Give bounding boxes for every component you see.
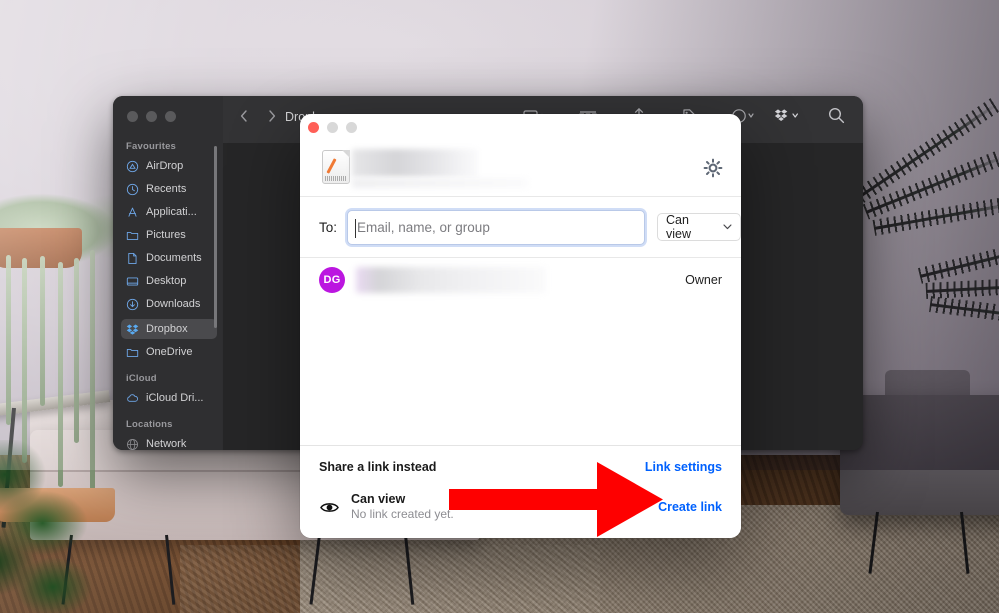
finder-sidebar: Favourites AirDrop Recents Applicati... … (113, 96, 223, 450)
person-role: Owner (685, 273, 722, 287)
downloads-icon (126, 298, 139, 310)
sidebar-item-network[interactable]: Network (121, 434, 217, 450)
sidebar-item-label: AirDrop (146, 160, 184, 172)
sidebar-item-label: OneDrive (146, 346, 193, 358)
link-settings-button[interactable]: Link settings (645, 460, 722, 474)
sidebar-item-airdrop[interactable]: AirDrop (121, 156, 217, 176)
onedrive-folder-icon (126, 348, 139, 357)
sidebar-item-label: Pictures (146, 229, 186, 241)
clock-icon (126, 183, 139, 195)
finder-traffic-lights[interactable] (127, 111, 176, 122)
pages-pen-glyph (326, 158, 337, 174)
sidebar-item-applications[interactable]: Applicati... (121, 202, 217, 222)
recipient-permission-dropdown[interactable]: Can view (657, 213, 741, 241)
sidebar-item-icloud-drive[interactable]: iCloud Dri... (121, 388, 217, 408)
shared-file-subtitle-redacted (352, 178, 528, 188)
sidebar-section-locations: Locations (126, 419, 173, 430)
sidebar-scrollbar[interactable] (214, 146, 217, 328)
sidebar-item-dropbox[interactable]: Dropbox (121, 319, 217, 339)
pictures-folder-icon (126, 231, 139, 240)
finder-nav-buttons[interactable] (239, 108, 277, 124)
dropbox-icon (126, 323, 139, 335)
create-link-button[interactable]: Create link (658, 500, 722, 514)
chevron-left-icon[interactable] (239, 108, 249, 124)
avatar: DG (319, 267, 345, 293)
finder-toolbar-right (774, 107, 845, 124)
chevron-down-icon (723, 224, 732, 230)
text-caret (355, 218, 357, 238)
sidebar-item-downloads[interactable]: Downloads (121, 294, 217, 314)
sidebar-section-favourites: Favourites (126, 141, 177, 152)
sidebar-item-label: Recents (146, 183, 187, 195)
search-icon[interactable] (828, 107, 845, 124)
applications-icon (128, 207, 137, 217)
gear-icon[interactable] (703, 158, 723, 178)
sidebar-item-label: Downloads (146, 298, 201, 310)
share-dialog-close-button[interactable] (308, 122, 319, 133)
sidebar-item-label: Documents (146, 252, 202, 264)
sidebar-item-label: iCloud Dri... (146, 392, 204, 404)
chevron-right-icon[interactable] (267, 108, 277, 124)
documents-folder-icon (128, 252, 137, 264)
sidebar-section-icloud: iCloud (126, 373, 157, 384)
share-dialog[interactable]: To: Email, name, or group Can view DG Ow… (300, 114, 741, 538)
sidebar-item-desktop[interactable]: Desktop (121, 271, 217, 291)
share-dialog-header (300, 140, 741, 196)
airdrop-icon (126, 160, 139, 172)
sidebar-item-label: Applicati... (146, 206, 197, 218)
share-dialog-traffic-lights[interactable] (308, 122, 357, 133)
pages-label-glyph (325, 176, 347, 181)
network-globe-icon (127, 438, 138, 450)
share-link-section: Share a link instead Link settings Can v… (300, 445, 741, 538)
shared-people-list: DG Owner (300, 258, 741, 302)
person-name-redacted (356, 267, 546, 293)
eye-icon (319, 501, 339, 514)
finder-zoom-button[interactable] (165, 111, 176, 122)
share-dialog-zoom-button[interactable] (346, 122, 357, 133)
screenshot-stage: Favourites AirDrop Recents Applicati... … (0, 0, 999, 613)
share-link-title: Share a link instead (319, 460, 437, 474)
pages-document-icon (322, 150, 350, 184)
sidebar-item-label: Dropbox (146, 323, 188, 335)
list-item[interactable]: DG Owner (300, 258, 741, 302)
share-dialog-minimize-button[interactable] (327, 122, 338, 133)
dropbox-icon[interactable] (774, 108, 800, 124)
share-link-permission-block: Can view No link created yet. (351, 492, 454, 522)
sidebar-item-documents[interactable]: Documents (121, 248, 217, 268)
recipient-input-placeholder: Email, name, or group (357, 219, 490, 235)
sidebar-item-onedrive[interactable]: OneDrive (121, 342, 217, 362)
share-link-permission: Can view (351, 492, 406, 506)
sidebar-item-recents[interactable]: Recents (121, 179, 217, 199)
to-label: To: (319, 219, 338, 235)
desktop-icon (126, 276, 139, 286)
finder-close-button[interactable] (127, 111, 138, 122)
share-link-permission-row: Can view No link created yet. Create lin… (319, 492, 722, 522)
sidebar-item-label: Desktop (146, 275, 187, 287)
sidebar-item-pictures[interactable]: Pictures (121, 225, 217, 245)
share-link-status: No link created yet. (351, 507, 454, 521)
share-recipient-row: To: Email, name, or group Can view (300, 197, 741, 257)
sidebar-item-label: Network (146, 438, 187, 450)
recipient-permission-label: Can view (666, 213, 692, 241)
recipient-input[interactable]: Email, name, or group (347, 209, 646, 245)
finder-minimize-button[interactable] (146, 111, 157, 122)
wallpaper-rug-secondary (180, 545, 600, 613)
icloud-icon (127, 393, 139, 402)
share-link-header: Share a link instead Link settings (319, 460, 722, 474)
shared-file-name-redacted (352, 149, 478, 177)
